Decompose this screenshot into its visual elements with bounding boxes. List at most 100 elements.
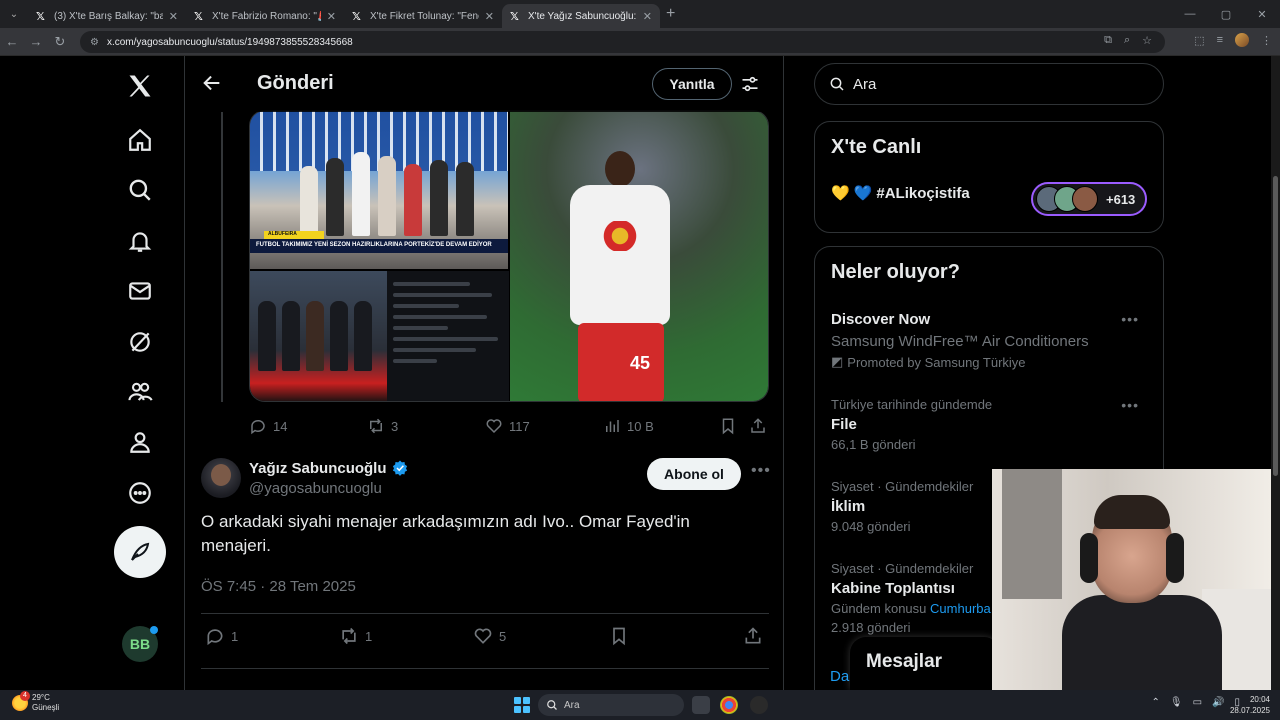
reload-icon[interactable]: ↻ [48,34,72,50]
page-scrollbar[interactable] [1271,56,1280,690]
media-image-comments[interactable] [387,271,509,401]
repost-count: 1 [365,628,373,644]
media-image-training[interactable]: ALBUFEIRA FUTBOL TAKIMIMIZ YENİ SEZON HA… [250,111,508,269]
subscribe-button[interactable]: Abone ol [647,458,741,490]
media-image-player[interactable]: 45 [510,111,768,401]
tab-close-icon[interactable]: ✕ [643,10,652,23]
share-action[interactable] [743,626,763,646]
more-circle-icon[interactable] [124,477,156,509]
author-avatar[interactable] [201,458,241,498]
grok-icon[interactable] [124,326,156,358]
bookmark-action[interactable] [609,626,629,646]
yellow-heart-icon: 💛 [831,185,850,202]
more-options-icon[interactable]: ••• [751,462,771,480]
tweet-media-grid[interactable]: ALBUFEIRA FUTBOL TAKIMIMIZ YENİ SEZON HA… [249,110,769,402]
trend-item[interactable]: Türkiye tarihinde gündemde File 66,1 B g… [831,397,1149,452]
messages-envelope-icon[interactable] [124,275,156,307]
communities-icon[interactable] [124,376,156,408]
messages-drawer[interactable]: Mesajlar [850,637,1000,690]
views-action[interactable]: 10 B [603,417,654,435]
tab-close-icon[interactable]: ✕ [169,10,178,23]
home-icon[interactable] [124,124,156,156]
url-actions: ⧉ ⌕ ☆ [1104,34,1152,47]
tab-title: X'te Fikret Tolunay: "Fenerbahç... [370,10,479,22]
tab-title: X'te Fabrizio Romano: "🚨🟡🔵... [212,10,321,22]
bookmark-star-icon[interactable]: ☆ [1142,34,1152,47]
back-nav-icon[interactable]: ← [0,34,24,49]
media-tag: ALBUFEIRA [264,231,324,239]
search-input[interactable]: Ara [814,63,1164,105]
tab-title: (3) X'te Barış Balkay: "başladık ... [54,10,163,22]
sliders-filter-icon[interactable] [740,74,760,94]
author-name[interactable]: Yağız Sabuncuoğlu [249,459,409,477]
profile-avatar[interactable] [1235,33,1249,47]
live-participants[interactable]: +613 [1031,182,1147,216]
install-icon[interactable]: ⧉ [1104,34,1112,47]
notifications-bell-icon[interactable] [124,225,156,257]
zoom-icon[interactable]: ⌕ [1124,34,1130,47]
trend-more-icon[interactable]: ••• [1121,311,1139,327]
back-arrow-icon[interactable] [201,72,223,94]
reply-action[interactable]: 14 [249,417,287,435]
live-topic[interactable]: 💛 💙 #ALikoçistifa [831,184,970,203]
like-action[interactable]: 117 [485,417,530,435]
weather-widget[interactable]: 4 29°C Güneşli [12,691,59,713]
trend-context-link[interactable]: Cumhurba [930,601,991,616]
reply-button[interactable]: Yanıtla [652,68,732,100]
feather-icon [131,542,150,561]
repost-action[interactable]: 3 [367,417,398,435]
media-icon[interactable]: ≡ [1217,34,1223,46]
compose-post-button[interactable] [114,526,166,578]
search-icon[interactable] [124,174,156,206]
chrome-icon[interactable] [720,696,738,714]
mic-icon[interactable]: 🎙 [1170,697,1183,708]
media-image-signing[interactable] [250,271,387,401]
views-count: 10 B [627,418,654,434]
webcam-person [1062,495,1222,690]
extensions-icon[interactable]: ⬚ [1194,34,1204,47]
like-action[interactable]: 5 [473,626,506,646]
browser-tab-4-active[interactable]: 𝕏 X'te Yağız Sabuncuoğlu: "@afr... ✕ [502,4,660,28]
forward-nav-icon[interactable]: → [24,34,48,49]
webcam-overlay [992,469,1280,690]
new-tab-icon[interactable]: + [666,5,675,23]
x-logo-icon[interactable] [124,70,156,102]
tab-search-icon[interactable]: ⌄ [0,0,28,28]
obs-icon[interactable] [750,696,768,714]
minimize-icon[interactable]: — [1172,8,1208,20]
close-window-icon[interactable]: ✕ [1244,8,1280,21]
browser-tab-3[interactable]: 𝕏 X'te Fikret Tolunay: "Fenerbahç... ✕ [344,4,502,28]
share-action[interactable] [749,417,767,435]
profile-icon[interactable] [124,426,156,458]
scrollbar-thumb[interactable] [1273,176,1278,476]
reply-action[interactable]: 1 [205,626,238,646]
tab-close-icon[interactable]: ✕ [485,10,494,23]
maximize-icon[interactable]: ▢ [1208,8,1244,21]
trend-more-icon[interactable]: ••• [1121,397,1139,413]
browser-tab-2[interactable]: 𝕏 X'te Fabrizio Romano: "🚨🟡🔵... ✕ [186,4,344,28]
taskbar-clock[interactable]: 20:04 28.07.2025 [1230,694,1270,716]
heart-icon [474,628,492,644]
windows-start-icon[interactable] [514,697,530,713]
browser-tab-1[interactable]: 𝕏 (3) X'te Barış Balkay: "başladık ... ✕ [28,4,186,28]
repost-action[interactable]: 1 [339,626,372,646]
task-view-icon[interactable] [692,696,710,714]
tab-close-icon[interactable]: ✕ [327,10,336,23]
network-icon[interactable]: ▭ [1193,697,1202,708]
trend-item[interactable]: Discover Now Samsung WindFree™ Air Condi… [831,311,1149,370]
taskbar-search[interactable]: Ara [538,694,684,716]
author-handle[interactable]: @yagosabuncuoglu [249,480,382,497]
tray-chevron-icon[interactable]: ⌃ [1151,697,1159,708]
site-info-icon[interactable]: ⚙ [90,37,99,48]
share-icon [751,418,765,433]
show-more-link[interactable]: Da [830,668,849,685]
tweet-timestamp[interactable]: ÖS 7:45 · 28 Tem 2025 [201,578,356,595]
url-field[interactable]: ⚙ x.com/yagosabuncuoglu/status/194987385… [80,31,1165,53]
bookmark-action[interactable] [719,417,737,435]
account-avatar[interactable]: BB [122,626,158,662]
browser-menu-icon[interactable]: ⋮ [1261,34,1272,47]
url-text: x.com/yagosabuncuoglu/status/19498738555… [106,36,353,48]
left-nav: BB [110,56,170,690]
volume-icon[interactable]: 🔊 [1212,697,1224,708]
tweet2-actions: 1 1 5 [201,624,769,648]
